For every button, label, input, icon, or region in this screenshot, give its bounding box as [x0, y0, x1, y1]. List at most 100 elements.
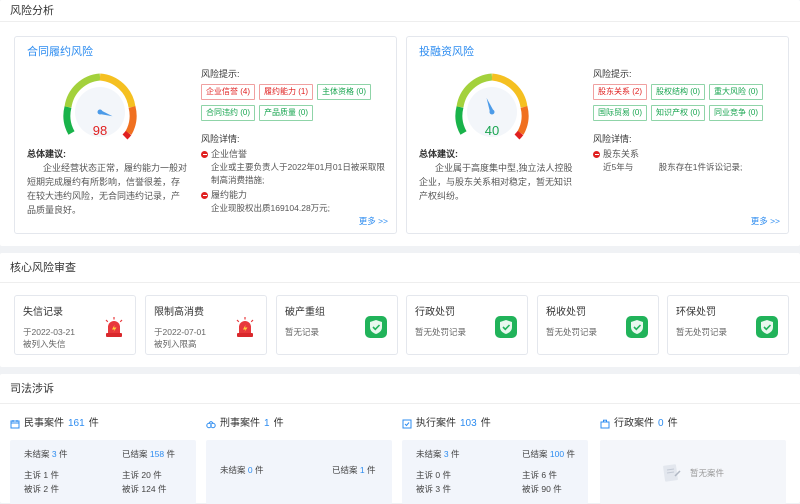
core-card-env-penalty[interactable]: 环保处罚 暂无处罚记录: [667, 295, 789, 355]
shield-check-icon: [495, 316, 517, 338]
alarm-icon: [236, 317, 254, 337]
risk-gauge: [63, 73, 137, 140]
briefcase-icon: [600, 419, 610, 429]
case-count: 103: [460, 418, 477, 429]
risk-score: 40: [484, 123, 500, 138]
detail-desc: 企业现股权出质169104.28万元;: [211, 203, 331, 213]
shield-check-icon: [626, 316, 648, 338]
case-stats: 未结案 3 件 已结案 158 件 主诉 1 件 主诉 20 件 被诉 2 件 …: [10, 440, 196, 504]
detail-name: 企业信誉: [211, 149, 248, 159]
core-card-desc: 暂无处罚记录: [415, 327, 467, 337]
core-card-desc: 于2022-07-01 被列入限高: [154, 327, 206, 349]
card-title: 合同履约风险: [27, 46, 93, 58]
summary-text: 企业经营状态正常，履约能力一般对短期完成履约有所影响，信誉很差，存在较大违约风险…: [27, 163, 188, 215]
risk-tag[interactable]: 履约能力 (1): [259, 84, 313, 100]
case-stats: 未结案 0 件 已结案 1 件: [206, 440, 392, 504]
summary-block: 总体建议: 企业经营状态正常，履约能力一般对短期完成履约有所影响，信誉很差，存在…: [27, 147, 187, 217]
case-type: 行政案件: [614, 418, 654, 429]
risk-tag[interactable]: 合同违约 (0): [201, 105, 255, 121]
detail-desc: 企业或主要负责人于2022年01月01日被采取限制高消费措施;: [211, 162, 385, 185]
section-title: 风险分析: [0, 0, 800, 22]
risk-tips: 风险提示: 企业信誉 (4) 履约能力 (1) 主体资格 (0) 合同违约 (0…: [201, 67, 391, 121]
core-card-dishonest[interactable]: 失信记录 于2022-03-21 被列入失信: [14, 295, 136, 355]
risk-tag[interactable]: 主体资格 (0): [317, 84, 371, 100]
more-link[interactable]: 更多 >>: [751, 215, 780, 227]
enforcement-cases[interactable]: 执行案件 103 件 未结案 3 件 已结案 100 件 主诉 0 件 主诉 6…: [402, 416, 588, 504]
tips-label: 风险提示:: [201, 69, 240, 79]
core-card-desc: 暂无处罚记录: [546, 327, 598, 337]
handcuff-icon: [206, 421, 216, 429]
details-label: 风险详情:: [593, 134, 632, 144]
core-card-title: 环保处罚: [676, 307, 716, 318]
case-stats: 未结案 3 件 已结案 100 件 主诉 0 件 主诉 6 件 被诉 3 件 被…: [402, 440, 588, 504]
detail-name: 履约能力: [211, 190, 248, 200]
case-count: 1: [264, 418, 270, 429]
detail-desc: 近5年与 股东存在1件诉讼记录;: [603, 162, 743, 172]
core-card-bankruptcy[interactable]: 破产重组 暂无记录: [276, 295, 398, 355]
judicial-section: 司法涉诉 民事案件 161 件 未结案 3 件 已结案 158 件 主诉 1 件…: [0, 374, 800, 504]
core-card-desc: 于2022-03-21 被列入失信: [23, 327, 75, 349]
risk-tag[interactable]: 国际贸易 (0): [593, 105, 647, 121]
alarm-icon: [105, 317, 123, 337]
detail-item: 履约能力 企业现股权出质169104.28万元;: [201, 189, 391, 215]
empty-text: 暂无案件: [690, 468, 725, 478]
risk-tag[interactable]: 企业信誉 (4): [201, 84, 255, 100]
risk-score: 98: [92, 123, 108, 138]
details-label: 风险详情:: [201, 134, 240, 144]
minus-circle-icon: [593, 151, 600, 158]
summary-text: 企业属于高度集中型,独立法人控股企业，与股东关系相对稳定，暂无知识产权纠纷。: [419, 163, 573, 201]
risk-tag[interactable]: 知识产权 (0): [651, 105, 705, 121]
core-card-title: 限制高消费: [154, 307, 204, 318]
section-title: 核心风险审查: [0, 253, 800, 283]
case-type: 刑事案件: [220, 418, 260, 429]
criminal-cases[interactable]: 刑事案件 1 件 未结案 0 件 已结案 1 件: [206, 416, 392, 504]
risk-tag[interactable]: 同业竞争 (0): [709, 105, 763, 121]
case-type: 民事案件: [24, 418, 64, 429]
core-card-title: 失信记录: [23, 307, 63, 318]
shield-check-icon: [365, 316, 387, 338]
calendar-icon: [10, 420, 20, 429]
check-square-icon: [402, 419, 412, 429]
more-link[interactable]: 更多 >>: [359, 215, 388, 227]
case-header: 民事案件 161 件: [10, 416, 196, 432]
risk-details: 风险详情: 股东关系 近5年与 股东存在1件诉讼记录;: [593, 133, 783, 174]
tag-list: 股东关系 (2) 股权结构 (0) 重大风险 (0) 国际贸易 (0) 知识产权…: [593, 84, 773, 121]
administrative-cases[interactable]: 行政案件 0 件 暂无案件: [600, 416, 786, 504]
core-risk-section: 核心风险审查 失信记录 于2022-03-21 被列入失信 限制高消费 于2022…: [0, 253, 800, 367]
risk-details: 风险详情: 企业信誉 企业或主要负责人于2022年01月01日被采取限制高消费措…: [201, 133, 391, 215]
case-unit: 件: [667, 418, 678, 429]
risk-tips: 风险提示: 股东关系 (2) 股权结构 (0) 重大风险 (0) 国际贸易 (0…: [593, 67, 783, 121]
case-count: 0: [658, 418, 664, 429]
contract-risk-card: 合同履约风险 98 总体建议: 企业经营状态正常，履约能力一般对短期完成履约有所…: [14, 36, 397, 234]
core-card-title: 税收处罚: [546, 307, 586, 318]
shield-check-icon: [756, 316, 778, 338]
detail-item: 企业信誉 企业或主要负责人于2022年01月01日被采取限制高消费措施;: [201, 148, 391, 187]
section-title: 司法涉诉: [0, 374, 800, 404]
risk-analysis-section: 风险分析 合同履约风险 98 总体建议: 企业经营状态正常，履约能力一般对短期完…: [0, 0, 800, 246]
core-card-desc: 暂无记录: [285, 327, 320, 337]
case-count: 161: [68, 418, 85, 429]
detail-item: 股东关系 近5年与 股东存在1件诉讼记录;: [593, 148, 783, 174]
case-header: 执行案件 103 件: [402, 416, 588, 432]
risk-gauge: [455, 73, 529, 140]
risk-tag[interactable]: 股权结构 (0): [651, 84, 705, 100]
case-unit: 件: [273, 418, 284, 429]
core-card-consumption[interactable]: 限制高消费 于2022-07-01 被列入限高: [145, 295, 267, 355]
case-header: 刑事案件 1 件: [206, 416, 392, 432]
minus-circle-icon: [201, 151, 208, 158]
civil-cases[interactable]: 民事案件 161 件 未结案 3 件 已结案 158 件 主诉 1 件 主诉 2…: [10, 416, 196, 504]
tag-list: 企业信誉 (4) 履约能力 (1) 主体资格 (0) 合同违约 (0) 产品质量…: [201, 84, 381, 121]
core-card-title: 破产重组: [285, 307, 325, 318]
case-header: 行政案件 0 件: [600, 416, 786, 432]
case-unit: 件: [88, 418, 99, 429]
core-card-tax-penalty[interactable]: 税收处罚 暂无处罚记录: [537, 295, 659, 355]
case-type: 执行案件: [416, 418, 456, 429]
summary-block: 总体建议: 企业属于高度集中型,独立法人控股企业，与股东关系相对稳定，暂无知识产…: [419, 147, 579, 203]
risk-tag[interactable]: 重大风险 (0): [709, 84, 763, 100]
minus-circle-icon: [201, 192, 208, 199]
summary-title: 总体建议:: [27, 149, 66, 159]
risk-tag[interactable]: 股东关系 (2): [593, 84, 647, 100]
risk-tag[interactable]: 产品质量 (0): [259, 105, 313, 121]
core-card-admin-penalty[interactable]: 行政处罚 暂无处罚记录: [406, 295, 528, 355]
tips-label: 风险提示:: [593, 69, 632, 79]
